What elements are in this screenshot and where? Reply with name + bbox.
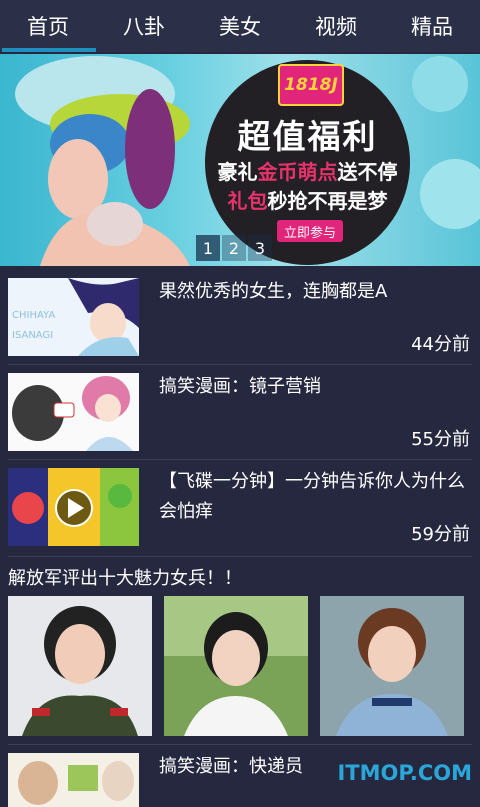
comic-icon [8,373,139,451]
item-time: 59分前 [411,524,470,545]
list-item[interactable]: 【飞碟一分钟】一分钟告诉你人为什么会怕痒 59分前 [0,461,480,554]
pager-dot-2[interactable]: 2 [222,235,246,261]
video-play-icon [8,468,139,546]
join-now-button[interactable]: 立即参与 [277,220,343,242]
promo-line-2: 礼包秒抢不再是梦 [227,189,388,213]
watermark: ITMOP.COM [337,761,472,785]
carousel-pager: 1 2 3 [196,235,272,261]
item-title: 果然优秀的女生，连胸都是A [159,281,388,302]
comic-thumbnail [8,753,139,807]
gallery-title[interactable]: 解放军评出十大魅力女兵！！ [8,564,242,590]
banner-carousel[interactable]: 1818J 超值福利 豪礼金币萌点送不停 礼包秒抢不再是梦 立即参与 1 2 3 [0,54,480,266]
gallery-photo-2[interactable] [164,596,308,736]
pager-dot-1[interactable]: 1 [196,235,220,261]
svg-text:CHIHAYA: CHIHAYA [12,310,55,321]
divider [8,364,472,365]
soldier-photo-icon [164,596,308,736]
tab-gossip[interactable]: 八卦 [96,0,192,52]
divider [8,556,472,557]
top-nav-bar: 首页 八卦 美女 视频 精品 [0,0,480,52]
pager-dot-3[interactable]: 3 [248,235,272,261]
tab-home[interactable]: 首页 [0,0,96,52]
soldier-photo-icon [8,596,152,736]
list-item[interactable]: CHIHAYA ISANAGI 果然优秀的女生，连胸都是A 44分前 [0,271,480,364]
list-item[interactable]: 搞笑漫画：镜子营销 55分前 [0,366,480,459]
tab-beauty[interactable]: 美女 [192,0,288,52]
divider [8,744,472,745]
comic-thumbnail [8,373,139,451]
item-title: 【飞碟一分钟】一分钟告诉你人为什么会怕痒 [159,471,465,522]
svg-text:ISANAGI: ISANAGI [12,330,53,341]
gallery-photo-3[interactable] [320,596,464,736]
promo-line-1: 豪礼金币萌点送不停 [217,160,398,184]
comic-thumbnail: CHIHAYA ISANAGI [8,278,139,356]
divider [8,459,472,460]
soldier-photo-icon [320,596,464,736]
item-title: 搞笑漫画：镜子营销 [159,376,321,397]
tab-video[interactable]: 视频 [288,0,384,52]
gallery-photo-1[interactable] [8,596,152,736]
item-time: 44分前 [411,334,470,355]
video-thumbnail [8,468,139,546]
item-time: 55分前 [411,429,470,450]
promo-title: 超值福利 [237,117,378,156]
tab-featured[interactable]: 精品 [384,0,480,52]
promo-logo: 1818J [278,64,344,106]
comic-icon: CHIHAYA ISANAGI [8,278,139,356]
comic-icon [8,753,139,807]
